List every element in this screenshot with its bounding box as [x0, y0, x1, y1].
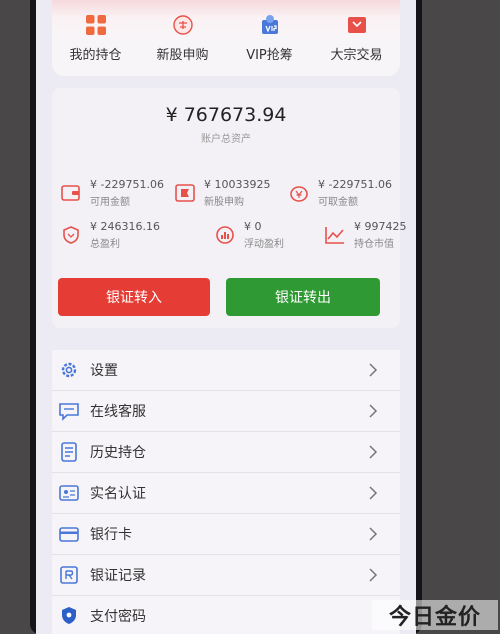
menu-item-label: 银证记录 [90, 568, 146, 584]
menu-item-history-positions[interactable]: 历史持仓 [52, 432, 400, 473]
menu-item-label: 设置 [90, 363, 118, 379]
menu-item-label: 支付密码 [90, 609, 146, 625]
stat-value: ¥ 997425 [354, 220, 407, 233]
stat-withdrawable: ¥ -229751.06 可取金额 [288, 178, 400, 208]
quick-nav-label: 新股申购 [156, 48, 209, 63]
flag-icon [175, 184, 195, 202]
screen: 我的持仓 新股申购 VIP抢筹 大宗交易 ¥ 767673.94 账户总资产 ¥… [36, 0, 416, 634]
gear-icon [61, 362, 77, 378]
stat-value: ¥ -229751.06 [318, 178, 392, 191]
menu-item-label: 银行卡 [90, 527, 132, 543]
menu-item-label: 实名认证 [90, 486, 146, 502]
chevron-right-icon [369, 404, 378, 418]
menu-item-payment-password[interactable]: 支付密码 [52, 596, 400, 634]
transfer-in-button[interactable]: 银证转入 [58, 278, 210, 316]
chat-icon [59, 403, 79, 421]
chevron-right-icon [369, 527, 378, 541]
document-icon [61, 442, 77, 462]
stat-value: ¥ 10033925 [204, 178, 271, 191]
quick-nav-my-positions[interactable]: 我的持仓 [54, 14, 138, 63]
stat-total-profit: ¥ 246316.16 总盈利 [60, 220, 172, 250]
stat-label: 持仓市值 [354, 239, 394, 250]
stat-label: 浮动盈利 [244, 239, 284, 250]
transfer-out-button[interactable]: 银证转出 [226, 278, 380, 316]
quick-nav-label: VIP抢筹 [246, 48, 293, 63]
menu-item-online-service[interactable]: 在线客服 [52, 391, 400, 432]
chevron-right-icon [369, 445, 378, 459]
menu-item-label: 在线客服 [90, 404, 146, 420]
watermark: 今日金价 [372, 600, 498, 630]
asset-card: ¥ 767673.94 账户总资产 ¥ -229751.06 可用金额 ¥ 10… [52, 88, 407, 328]
id-card-icon [59, 485, 79, 501]
pot-icon [290, 186, 308, 202]
quick-nav-vip-grab[interactable]: VIP抢筹 [228, 14, 312, 63]
total-assets-value: ¥ 767673.94 [165, 104, 287, 126]
stats-icon [216, 226, 234, 244]
stat-ipo: ¥ 10033925 新股申购 [174, 178, 286, 208]
bank-card-icon [59, 527, 79, 542]
settings-menu: 设置 在线客服 历史持仓 实名认证 银行卡 银证记录 支付密码 [52, 350, 400, 634]
wallet-icon [61, 185, 80, 201]
vip-icon [261, 15, 278, 34]
stat-label: 总盈利 [90, 239, 120, 250]
stat-label: 可用金额 [90, 197, 130, 208]
stat-value: ¥ 0 [244, 220, 262, 233]
envelope-icon [347, 17, 366, 33]
menu-item-label: 历史持仓 [90, 445, 146, 461]
grid-icon [85, 15, 106, 35]
stamp-icon [172, 15, 193, 35]
menu-item-transfer-records[interactable]: 银证记录 [52, 555, 400, 596]
menu-item-real-name-auth[interactable]: 实名认证 [52, 473, 400, 514]
total-assets-label: 账户总资产 [201, 134, 251, 145]
chevron-right-icon [369, 568, 378, 582]
stat-position-value: ¥ 997425 持仓市值 [324, 220, 416, 250]
quick-nav-ipo-subscribe[interactable]: 新股申购 [141, 14, 225, 63]
stat-floating-profit: ¥ 0 浮动盈利 [214, 220, 326, 250]
quick-nav-label: 我的持仓 [69, 48, 122, 63]
trend-icon [325, 227, 344, 244]
stat-label: 可取金额 [318, 197, 358, 208]
quick-nav-label: 大宗交易 [330, 48, 383, 63]
shield-icon [63, 226, 79, 244]
shield-lock-icon [62, 607, 76, 624]
menu-item-bank-card[interactable]: 银行卡 [52, 514, 400, 555]
stat-label: 新股申购 [204, 197, 244, 208]
chevron-right-icon [369, 486, 378, 500]
quick-nav-block-trade[interactable]: 大宗交易 [315, 14, 399, 63]
watermark-text: 今日金价 [388, 604, 481, 630]
menu-item-settings[interactable]: 设置 [52, 350, 400, 391]
record-icon [60, 566, 78, 584]
chevron-right-icon [369, 363, 378, 377]
stat-value: ¥ -229751.06 [90, 178, 164, 191]
stat-value: ¥ 246316.16 [90, 220, 160, 233]
quick-nav: 我的持仓 新股申购 VIP抢筹 大宗交易 [52, 0, 400, 76]
stat-available: ¥ -229751.06 可用金额 [60, 178, 172, 208]
